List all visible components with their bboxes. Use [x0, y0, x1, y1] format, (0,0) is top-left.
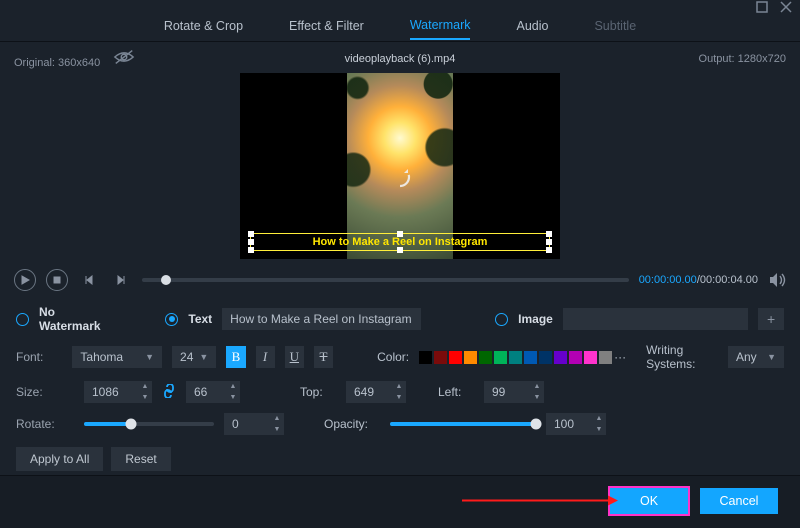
top-input[interactable] [346, 381, 392, 403]
stop-button[interactable] [46, 269, 68, 291]
writing-systems-select[interactable]: Any▼ [728, 346, 784, 368]
color-swatch[interactable] [494, 351, 507, 364]
opacity-slider[interactable] [390, 422, 536, 426]
spin-up[interactable]: ▲ [226, 381, 240, 392]
reset-button[interactable]: Reset [111, 447, 170, 471]
color-swatch[interactable] [449, 351, 462, 364]
text-watermark-input[interactable] [222, 308, 421, 330]
rotate-slider[interactable] [84, 422, 214, 426]
opacity-input[interactable] [546, 413, 592, 435]
image-watermark-label: Image [518, 312, 553, 326]
color-swatch[interactable] [599, 351, 612, 364]
add-image-button[interactable]: + [758, 308, 784, 330]
color-swatch[interactable] [479, 351, 492, 364]
tab-effect-filter[interactable]: Effect & Filter [289, 19, 364, 39]
color-swatches: ··· [419, 350, 626, 364]
apply-to-all-button[interactable]: Apply to All [16, 447, 103, 471]
color-swatch[interactable] [539, 351, 552, 364]
ok-button[interactable]: OK [610, 488, 688, 514]
rotate-label: Rotate: [16, 417, 74, 431]
rotate-input[interactable] [224, 413, 270, 435]
cancel-button[interactable]: Cancel [700, 488, 778, 514]
spin-up[interactable]: ▲ [270, 413, 284, 424]
toggle-preview-icon[interactable] [113, 48, 135, 69]
left-label: Left: [438, 385, 474, 399]
watermark-overlay[interactable]: How to Make a Reel on Instagram [250, 233, 550, 251]
maximize-icon[interactable] [756, 1, 768, 16]
color-swatch[interactable] [569, 351, 582, 364]
strikethrough-button[interactable]: T [314, 346, 333, 368]
time-display: 00:00:00.00/00:00:04.00 [639, 274, 758, 286]
tab-watermark[interactable]: Watermark [410, 18, 471, 40]
volume-icon[interactable] [768, 271, 786, 289]
spin-up[interactable]: ▲ [392, 381, 406, 392]
text-watermark-label: Text [188, 312, 212, 326]
top-label: Top: [300, 385, 336, 399]
play-button[interactable] [14, 269, 36, 291]
spin-down[interactable]: ▼ [138, 392, 152, 403]
opacity-label: Opacity: [324, 417, 380, 431]
spin-down[interactable]: ▼ [530, 392, 544, 403]
image-watermark-input[interactable] [563, 308, 748, 330]
tab-audio[interactable]: Audio [516, 19, 548, 39]
spin-down[interactable]: ▼ [592, 424, 606, 435]
radio-image-watermark[interactable] [495, 313, 508, 326]
color-swatch[interactable] [419, 351, 432, 364]
color-swatch[interactable] [524, 351, 537, 364]
spin-down[interactable]: ▼ [392, 392, 406, 403]
font-family-select[interactable]: Tahoma▼ [72, 346, 162, 368]
spin-down[interactable]: ▼ [226, 392, 240, 403]
radio-no-watermark[interactable] [16, 313, 29, 326]
size-label: Size: [16, 385, 74, 399]
font-label: Font: [16, 350, 62, 364]
next-frame-button[interactable] [110, 269, 132, 291]
annotation-arrow-icon [460, 494, 620, 511]
spin-up[interactable]: ▲ [592, 413, 606, 424]
no-watermark-label: No Watermark [39, 305, 120, 333]
filename: videoplayback (6).mp4 [345, 53, 456, 65]
more-colors-button[interactable]: ··· [614, 350, 626, 364]
color-swatch[interactable] [464, 351, 477, 364]
link-aspect-icon[interactable] [162, 384, 176, 401]
color-swatch[interactable] [434, 351, 447, 364]
video-preview[interactable]: How to Make a Reel on Instagram [240, 73, 560, 259]
writing-systems-label: Writing Systems: [646, 343, 718, 371]
bold-button[interactable]: B [226, 346, 245, 368]
italic-button[interactable]: I [256, 346, 275, 368]
prev-frame-button[interactable] [78, 269, 100, 291]
tab-rotate-crop[interactable]: Rotate & Crop [164, 19, 243, 39]
loading-spinner-icon [388, 165, 412, 189]
tab-subtitle[interactable]: Subtitle [594, 19, 636, 39]
color-label: Color: [377, 350, 409, 364]
main-tabs: Rotate & Crop Effect & Filter Watermark … [0, 18, 800, 42]
close-icon[interactable] [780, 1, 792, 16]
spin-up[interactable]: ▲ [138, 381, 152, 392]
font-size-select[interactable]: 24▼ [172, 346, 216, 368]
left-input[interactable] [484, 381, 530, 403]
spin-up[interactable]: ▲ [530, 381, 544, 392]
radio-text-watermark[interactable] [165, 313, 178, 326]
size-width-input[interactable] [84, 381, 138, 403]
underline-button[interactable]: U [285, 346, 304, 368]
color-swatch[interactable] [509, 351, 522, 364]
color-swatch[interactable] [554, 351, 567, 364]
color-swatch[interactable] [584, 351, 597, 364]
timeline-slider[interactable] [142, 278, 629, 282]
size-height-input[interactable] [186, 381, 226, 403]
original-size: Original: 360x640 [14, 48, 135, 69]
output-size: Output: 1280x720 [699, 53, 786, 65]
spin-down[interactable]: ▼ [270, 424, 284, 435]
